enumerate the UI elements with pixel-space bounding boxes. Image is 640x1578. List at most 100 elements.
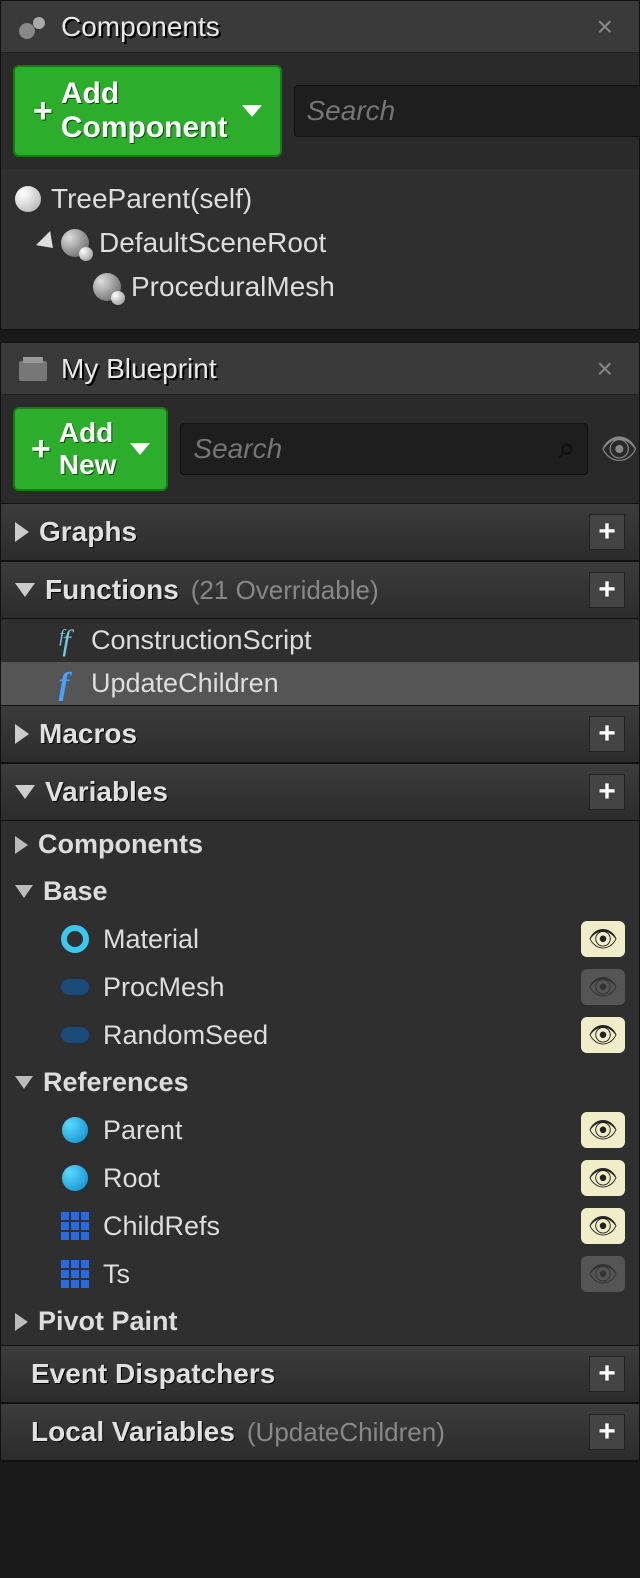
- vargroup-pivot-paint[interactable]: Pivot Paint: [1, 1298, 639, 1345]
- scene-component-icon: [93, 273, 121, 301]
- expand-icon[interactable]: [15, 1076, 33, 1089]
- search-input[interactable]: [193, 433, 558, 465]
- add-component-button[interactable]: + Add Component: [13, 65, 282, 157]
- var-procmesh[interactable]: ProcMesh 👁: [1, 963, 639, 1011]
- function-label: UpdateChildren: [91, 668, 279, 699]
- components-search[interactable]: ⌕: [294, 85, 640, 137]
- section-local-vars-label: Local Variables: [31, 1416, 235, 1448]
- var-label: RandomSeed: [103, 1020, 268, 1051]
- view-options-button[interactable]: 👁: [600, 432, 640, 467]
- search-icon: ⌕: [558, 432, 575, 466]
- var-label: Parent: [103, 1115, 183, 1146]
- blueprint-title: My Blueprint: [61, 353, 217, 385]
- visibility-toggle[interactable]: 👁: [581, 1112, 625, 1148]
- add-new-button[interactable]: + Add New: [13, 407, 168, 491]
- components-tab[interactable]: Components ×: [1, 1, 639, 53]
- blueprint-toolbar: + Add New ⌕ 👁: [1, 395, 639, 503]
- components-icon: [17, 11, 49, 43]
- visibility-toggle[interactable]: 👁: [581, 1017, 625, 1053]
- expand-icon[interactable]: [15, 785, 35, 799]
- add-local-var-button[interactable]: +: [589, 1414, 625, 1450]
- components-panel: Components × + Add Component ⌕ TreeParen…: [0, 0, 640, 330]
- vargroup-components[interactable]: Components: [1, 821, 639, 868]
- function-update-children[interactable]: f UpdateChildren: [1, 662, 639, 705]
- var-label: Material: [103, 924, 199, 955]
- functions-overridable-count: (21 Overridable): [191, 575, 379, 606]
- search-input[interactable]: [307, 95, 640, 127]
- blueprint-icon: [17, 353, 49, 385]
- function-icon: f: [49, 669, 79, 699]
- expand-icon[interactable]: [15, 724, 29, 744]
- visibility-toggle[interactable]: 👁: [581, 1160, 625, 1196]
- vargroup-references[interactable]: References: [1, 1059, 639, 1106]
- object-icon: [59, 971, 91, 1003]
- expand-icon[interactable]: [15, 1313, 28, 1331]
- components-toolbar: + Add Component ⌕: [1, 53, 639, 169]
- dropdown-caret-icon: [130, 443, 150, 455]
- var-root[interactable]: Root 👁: [1, 1154, 639, 1202]
- vargroup-base[interactable]: Base: [1, 868, 639, 915]
- section-graphs-label: Graphs: [39, 516, 137, 548]
- local-vars-scope: (UpdateChildren): [247, 1417, 445, 1448]
- array-icon: [59, 1258, 91, 1290]
- eye-icon: 👁: [600, 432, 638, 467]
- var-childrefs[interactable]: ChildRefs 👁: [1, 1202, 639, 1250]
- var-randomseed[interactable]: RandomSeed 👁: [1, 1011, 639, 1059]
- function-construction-script[interactable]: ᶠf ConstructionScript: [1, 619, 639, 662]
- expand-icon[interactable]: [15, 885, 33, 898]
- var-label: ProcMesh: [103, 972, 225, 1003]
- section-macros[interactable]: Macros +: [1, 705, 639, 763]
- tree-child-label: ProceduralMesh: [131, 271, 335, 303]
- close-icon[interactable]: ×: [597, 11, 623, 43]
- function-label: ConstructionScript: [91, 625, 312, 656]
- expand-icon[interactable]: [36, 231, 60, 255]
- visibility-toggle[interactable]: 👁: [581, 969, 625, 1005]
- var-parent[interactable]: Parent 👁: [1, 1106, 639, 1154]
- add-dispatcher-button[interactable]: +: [589, 1356, 625, 1392]
- vargroup-pivot-paint-label: Pivot Paint: [38, 1306, 178, 1337]
- visibility-toggle[interactable]: 👁: [581, 921, 625, 957]
- object-ref-icon: [59, 1114, 91, 1146]
- section-variables-label: Variables: [45, 776, 168, 808]
- dropdown-caret-icon: [242, 105, 262, 117]
- plus-icon: +: [31, 430, 51, 469]
- visibility-toggle[interactable]: 👁: [581, 1208, 625, 1244]
- visibility-toggle[interactable]: 👁: [581, 1256, 625, 1292]
- add-graph-button[interactable]: +: [589, 514, 625, 550]
- var-label: Root: [103, 1163, 160, 1194]
- add-macro-button[interactable]: +: [589, 716, 625, 752]
- tree-root-row[interactable]: DefaultSceneRoot: [1, 221, 639, 265]
- tree-self-row[interactable]: TreeParent(self): [1, 177, 639, 221]
- section-graphs[interactable]: Graphs +: [1, 503, 639, 561]
- blueprint-search[interactable]: ⌕: [180, 423, 588, 475]
- blueprint-panel: My Blueprint × + Add New ⌕ 👁 Graphs + Fu…: [0, 342, 640, 1462]
- vargroup-base-label: Base: [43, 876, 108, 907]
- material-icon: [59, 923, 91, 955]
- components-tree: TreeParent(self) DefaultSceneRoot Proced…: [1, 169, 639, 329]
- section-functions-label: Functions: [45, 574, 179, 606]
- var-material[interactable]: Material 👁: [1, 915, 639, 963]
- actor-icon: [15, 186, 41, 212]
- add-variable-button[interactable]: +: [589, 774, 625, 810]
- var-label: Ts: [103, 1259, 130, 1290]
- tree-child-row[interactable]: ProceduralMesh: [1, 265, 639, 309]
- section-event-dispatchers-label: Event Dispatchers: [31, 1358, 275, 1390]
- expand-icon[interactable]: [15, 522, 29, 542]
- expand-icon[interactable]: [15, 583, 35, 597]
- section-variables[interactable]: Variables +: [1, 763, 639, 821]
- section-local-variables[interactable]: Local Variables (UpdateChildren) +: [1, 1403, 639, 1461]
- section-event-dispatchers[interactable]: Event Dispatchers +: [1, 1345, 639, 1403]
- blueprint-tab[interactable]: My Blueprint ×: [1, 343, 639, 395]
- object-icon: [59, 1019, 91, 1051]
- section-functions[interactable]: Functions (21 Overridable) +: [1, 561, 639, 619]
- expand-icon[interactable]: [15, 836, 28, 854]
- close-icon[interactable]: ×: [597, 353, 623, 385]
- section-macros-label: Macros: [39, 718, 137, 750]
- array-icon: [59, 1210, 91, 1242]
- components-title: Components: [61, 11, 220, 43]
- add-function-button[interactable]: +: [589, 572, 625, 608]
- var-ts[interactable]: Ts 👁: [1, 1250, 639, 1298]
- var-label: ChildRefs: [103, 1211, 220, 1242]
- add-new-label: Add New: [59, 417, 117, 481]
- plus-icon: +: [33, 92, 53, 131]
